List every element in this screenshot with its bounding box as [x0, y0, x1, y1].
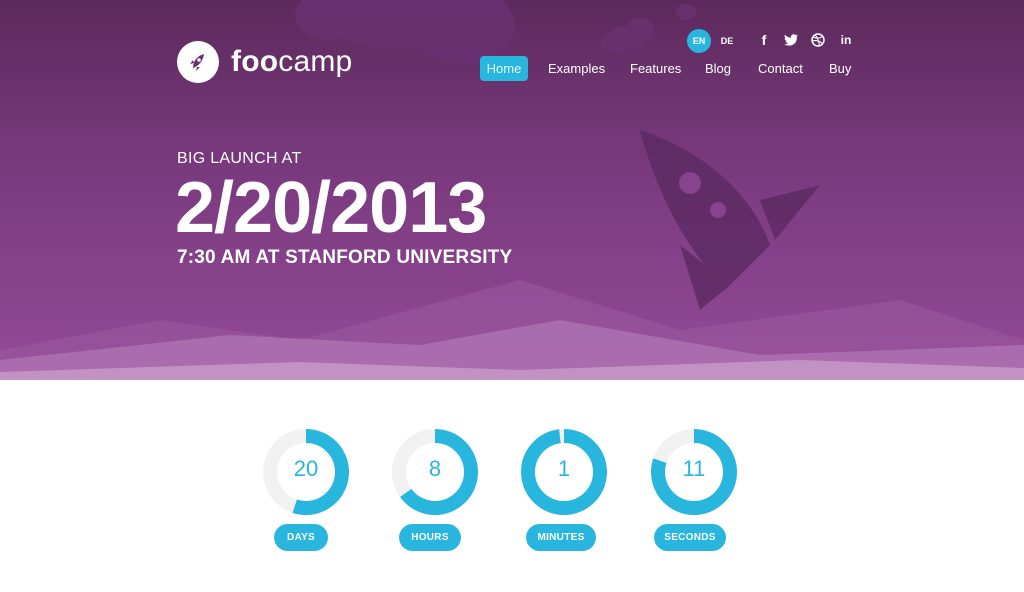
twitter-icon[interactable] [783, 32, 799, 48]
nav-contact[interactable]: Contact [758, 56, 803, 81]
countdown: 20 DAYS 8 HOURS 1 MINUTES 11 SECONDS [0, 426, 1024, 556]
brand-name-bold: foo [231, 45, 279, 78]
minutes-label: MINUTES [526, 524, 596, 551]
brand-name: foocamp [231, 47, 352, 77]
facebook-icon[interactable]: f [756, 32, 772, 48]
linkedin-icon[interactable]: in [838, 32, 854, 48]
minutes-value: 1 [557, 456, 571, 481]
seconds-value: 11 [682, 456, 706, 481]
hero-banner: foocamp EN DE f in Home Examples Feature… [0, 0, 1024, 380]
days-value: 20 [293, 456, 319, 481]
brand-name-light: camp [278, 45, 353, 78]
language-en-button[interactable]: EN [687, 29, 711, 53]
launch-label: BIG LAUNCH AT [177, 150, 302, 167]
nav-home[interactable]: Home [480, 56, 528, 81]
rocket-logo-icon [177, 41, 219, 83]
cloud-decoration [295, 0, 696, 63]
facebook-glyph: f [761, 32, 767, 48]
hours-value: 8 [428, 456, 442, 481]
linkedin-glyph: in [840, 33, 852, 47]
nav-examples[interactable]: Examples [548, 56, 605, 81]
nav-features[interactable]: Features [630, 56, 681, 81]
logo[interactable]: foocamp [177, 39, 352, 85]
launch-date: 2/20/2013 [175, 168, 487, 248]
nav-buy[interactable]: Buy [829, 56, 851, 81]
nav-blog[interactable]: Blog [705, 56, 731, 81]
launch-location: 7:30 AM AT STANFORD UNIVERSITY [177, 247, 513, 268]
dribbble-icon[interactable] [810, 32, 826, 48]
hours-label: HOURS [399, 524, 461, 551]
days-label: DAYS [274, 524, 328, 551]
language-de-button[interactable]: DE [715, 29, 739, 53]
rocket-silhouette [640, 130, 820, 310]
seconds-label: SECONDS [654, 524, 726, 551]
